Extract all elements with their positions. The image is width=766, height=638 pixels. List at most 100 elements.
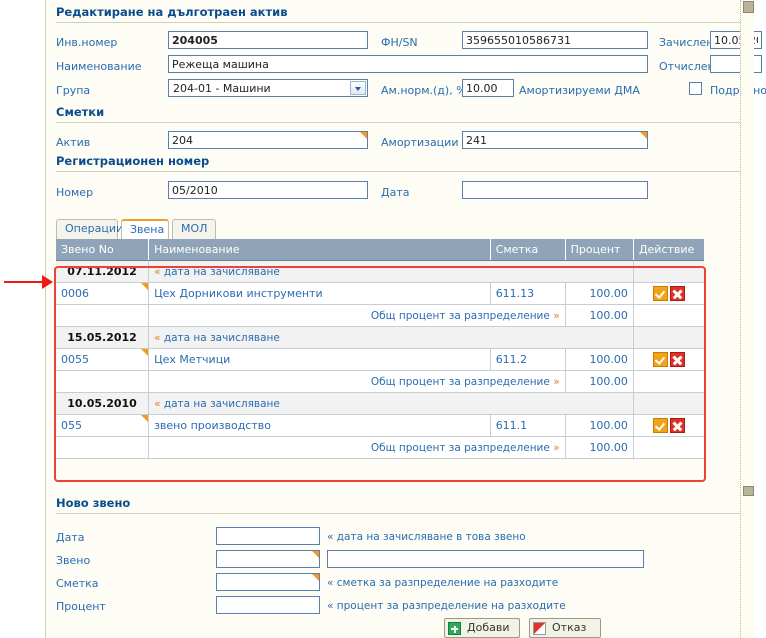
accounts-section-title: Сметки <box>56 105 105 119</box>
deducted-date-input[interactable] <box>710 55 762 73</box>
fn-sn-input[interactable] <box>462 31 648 49</box>
total-label-cell: Общ процент за разпределение » <box>148 370 566 393</box>
unit-no-cell[interactable]: 0055 <box>56 348 150 371</box>
am-norm-label: Ам.норм.(д), % <box>381 84 467 97</box>
scrollbar-thumb-top[interactable] <box>743 1 754 13</box>
chevron-down-icon[interactable] <box>350 81 366 95</box>
new-unit-divider <box>56 513 744 514</box>
new-date-input[interactable] <box>216 527 320 545</box>
column-header-unit-no: Звено No <box>56 239 150 261</box>
asset-account-input[interactable] <box>168 131 368 149</box>
new-account-label: Сметка <box>56 577 99 590</box>
delete-icon[interactable] <box>669 286 685 301</box>
group-label: Група <box>56 84 91 97</box>
unit-name-cell: Цех Дорникови инструменти <box>148 282 491 305</box>
am-norm-input[interactable] <box>462 79 514 97</box>
new-unit-input[interactable] <box>216 550 320 568</box>
name-label: Наименование <box>56 60 142 73</box>
confirm-icon[interactable] <box>652 352 668 367</box>
registration-section-title: Регистрационен номер <box>56 154 210 168</box>
title-divider <box>56 22 744 23</box>
group-date-hint-text: дата на зачисляване <box>163 265 280 278</box>
group-action-empty <box>633 260 704 283</box>
enrolled-date-input[interactable] <box>710 31 762 49</box>
group-date: 15.05.2012 <box>56 326 150 349</box>
table-row-date-group: 15.05.2012 « дата на зачисляване <box>56 326 704 349</box>
reg-number-label: Номер <box>56 186 94 199</box>
group-date-hint-text: дата на зачисляване <box>163 397 280 410</box>
reg-number-input[interactable] <box>168 181 368 199</box>
new-unit-name-input[interactable] <box>327 550 644 568</box>
unit-account-cell: 611.13 <box>490 282 566 305</box>
group-action-empty <box>633 326 704 349</box>
page-title: Редактиране на дълготраен актив <box>56 5 288 19</box>
row-actions-cell <box>633 282 704 305</box>
group-date-hint: « дата на зачисляване <box>148 392 634 415</box>
reg-date-label: Дата <box>381 186 410 199</box>
accounts-divider <box>56 122 744 123</box>
add-button[interactable]: Добави <box>444 618 520 638</box>
tab-units[interactable]: Звена <box>121 219 169 239</box>
table-row-total: Общ процент за разпределение » 100.00 <box>56 370 704 393</box>
group-action-empty <box>633 392 704 415</box>
reg-date-input[interactable] <box>462 181 648 199</box>
detailed-label: Подробно <box>710 84 766 97</box>
unit-no-value: 0006 <box>61 287 89 300</box>
total-action-empty <box>633 436 704 459</box>
delete-icon[interactable] <box>669 352 685 367</box>
fn-sn-label: ФН/SN <box>381 36 418 49</box>
table-row[interactable]: 055 звено производство 611.1 100.00 <box>56 414 704 437</box>
table-row[interactable]: 0006 Цех Дорникови инструменти 611.13 10… <box>56 282 704 305</box>
asset-account-lookup[interactable] <box>168 131 368 149</box>
name-input[interactable] <box>168 55 648 73</box>
group-select[interactable]: 204-01 - Машини <box>168 79 368 97</box>
total-label-text: Общ процент за разпределение <box>370 375 550 388</box>
new-unit-label: Звено <box>56 554 91 567</box>
left-gutter <box>0 0 45 638</box>
delete-icon[interactable] <box>669 418 685 433</box>
confirm-icon[interactable] <box>652 418 668 433</box>
new-unit-lookup[interactable] <box>216 550 320 568</box>
pointer-arrow-line <box>4 281 44 283</box>
cancel-button[interactable]: Отказ <box>529 618 601 638</box>
registration-divider <box>56 171 744 172</box>
new-account-input[interactable] <box>216 573 320 591</box>
lookup-corner-icon[interactable] <box>141 349 149 356</box>
tab-mol[interactable]: МОЛ <box>172 219 216 239</box>
pointer-arrow-head <box>42 275 53 289</box>
total-label-cell: Общ процент за разпределение » <box>148 304 566 327</box>
tab-operations[interactable]: Операции <box>56 219 123 239</box>
total-percent-cell: 100.00 <box>565 304 634 327</box>
vertical-scrollbar[interactable] <box>740 0 754 638</box>
new-date-label: Дата <box>56 531 85 544</box>
column-header-account: Сметка <box>490 239 566 261</box>
unit-account-cell: 611.1 <box>490 414 566 437</box>
table-row-total: Общ процент за разпределение » 100.00 <box>56 304 704 327</box>
inv-no-label: Инв.номер <box>56 36 118 49</box>
new-percent-input[interactable] <box>216 596 320 614</box>
unit-percent-cell: 100.00 <box>565 348 634 371</box>
scrollbar-thumb-bottom[interactable] <box>743 486 754 496</box>
total-empty-cell <box>56 370 150 393</box>
new-account-lookup[interactable] <box>216 573 320 591</box>
unit-no-cell[interactable]: 0006 <box>56 282 150 305</box>
detailed-checkbox[interactable] <box>689 82 702 95</box>
confirm-icon[interactable] <box>652 286 668 301</box>
chevron-left-icon: « <box>154 265 161 278</box>
unit-no-value: 055 <box>61 419 82 432</box>
unit-no-cell[interactable]: 055 <box>56 414 150 437</box>
group-date-hint-text: дата на зачисляване <box>163 331 280 344</box>
cancel-icon <box>533 622 546 635</box>
unit-account-cell: 611.2 <box>490 348 566 371</box>
lookup-corner-icon[interactable] <box>141 283 149 290</box>
asset-account-label: Актив <box>56 136 91 149</box>
lookup-corner-icon[interactable] <box>141 415 149 422</box>
depreciation-account-lookup[interactable] <box>462 131 648 149</box>
cancel-button-label: Отказ <box>552 621 587 634</box>
total-label-cell: Общ процент за разпределение » <box>148 436 566 459</box>
inv-no-input[interactable] <box>168 31 368 49</box>
unit-no-value: 0055 <box>61 353 89 366</box>
table-row[interactable]: 0055 Цех Метчици 611.2 100.00 <box>56 348 704 371</box>
chevron-left-icon: « <box>154 331 161 344</box>
depreciation-account-input[interactable] <box>462 131 648 149</box>
